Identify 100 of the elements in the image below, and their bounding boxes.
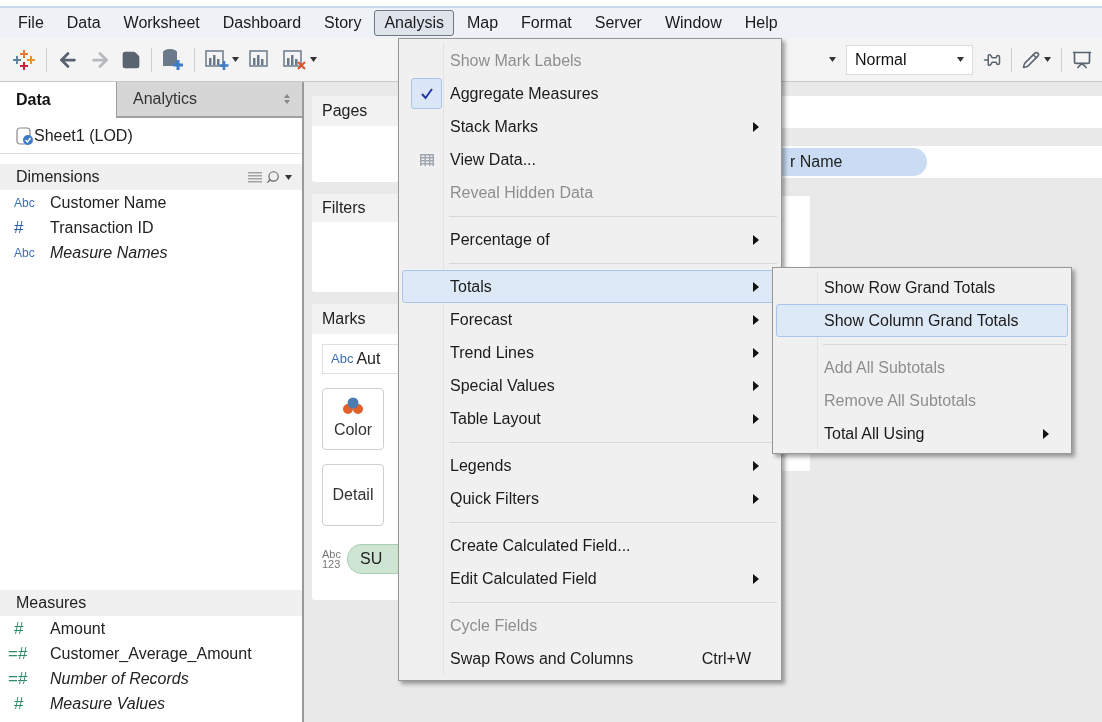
menu-item-label: Special Values — [450, 375, 555, 396]
menu-item-label: Trend Lines — [450, 342, 534, 363]
field-name[interactable]: Measure Names — [50, 240, 168, 265]
menu-bar-item[interactable]: Story — [314, 10, 372, 36]
menu-item[interactable]: Forecast — [402, 303, 778, 336]
panel-tab[interactable]: Data — [0, 82, 116, 118]
menu-item[interactable]: Create Calculated Field... — [402, 529, 778, 562]
field-type-icon: # — [14, 690, 50, 717]
menu-item[interactable]: Stack Marks — [402, 110, 778, 143]
submenu-arrow-icon — [753, 460, 759, 471]
submenu-arrow-icon — [753, 314, 759, 325]
menu-item-label: Reveal Hidden Data — [450, 182, 594, 203]
shortcut-text: Ctrl+W — [701, 648, 751, 669]
menu-item[interactable]: Quick Filters — [402, 482, 778, 515]
menu-item-label: Cycle Fields — [450, 615, 538, 636]
menu-item[interactable]: Total All Using — [776, 417, 1068, 450]
caret-icon — [829, 57, 836, 62]
view-size-dropdown[interactable]: Normal — [846, 44, 973, 75]
menu-item-label: Stack Marks — [450, 116, 538, 137]
menu-item-label: Totals — [450, 276, 492, 297]
datasource-icon — [16, 125, 34, 146]
menu-bar-item[interactable]: Data — [56, 10, 111, 36]
menu-item[interactable]: Aggregate Measures — [402, 77, 778, 110]
menu-item-label: Create Calculated Field... — [450, 535, 631, 556]
presentation-icon[interactable] — [1072, 49, 1092, 70]
database-add-icon[interactable] — [162, 47, 184, 72]
submenu-arrow-icon — [753, 493, 759, 504]
menu-item-label: Legends — [450, 455, 512, 476]
submenu-arrow-icon — [753, 413, 759, 424]
menu-item[interactable]: Percentage of — [402, 223, 778, 256]
field-name[interactable]: Transaction ID — [50, 215, 154, 240]
menu-item[interactable]: Show Column Grand Totals — [776, 304, 1068, 337]
menu-item-label: Show Column Grand Totals — [824, 310, 1019, 331]
mark-property-button[interactable]: Detail — [322, 464, 384, 526]
sort-arrows-icon — [284, 94, 290, 104]
submenu-arrow-icon — [753, 347, 759, 358]
field-name[interactable]: Amount — [50, 616, 106, 641]
submenu-arrow-icon — [753, 121, 759, 132]
menu-item-label: Quick Filters — [450, 488, 539, 509]
field-name[interactable]: Measure Values — [50, 691, 166, 716]
menu-item-label: Percentage of — [450, 229, 550, 250]
menu-item[interactable]: Special Values — [402, 369, 778, 402]
menu-item[interactable]: Edit Calculated Field — [402, 562, 778, 595]
new-sheet-icon[interactable] — [205, 48, 229, 71]
section-header: Dimensions — [16, 167, 100, 187]
clear-sheet-icon[interactable] — [283, 48, 307, 71]
menu-item[interactable]: Trend Lines — [402, 336, 778, 369]
submenu-arrow-icon — [1043, 428, 1049, 439]
menu-bar-item[interactable]: Window — [654, 10, 732, 36]
caret-icon — [232, 57, 239, 62]
datasource-name[interactable]: Sheet1 (LOD) — [34, 123, 133, 148]
field-type-icon: =# — [8, 640, 50, 667]
caret-icon — [310, 57, 317, 62]
pen-icon[interactable] — [1022, 50, 1040, 69]
field-type-icon: # — [14, 214, 50, 241]
menu-item[interactable]: Legends — [402, 449, 778, 482]
menu-item-label: Total All Using — [824, 423, 925, 444]
menu-bar-item[interactable]: Worksheet — [113, 10, 210, 36]
caret-icon — [285, 174, 292, 180]
menu-item[interactable]: Table Layout — [402, 402, 778, 435]
field-pill[interactable]: SU — [346, 544, 400, 574]
menu-item-label: Add All Subtotals — [824, 357, 945, 378]
mark-property-button[interactable]: Color — [322, 388, 384, 450]
field-name[interactable]: Customer_Average_Amount — [50, 641, 252, 666]
menu-item-label: View Data... — [450, 149, 536, 170]
caret-icon — [1044, 57, 1051, 62]
menu-item-label: Forecast — [450, 309, 513, 330]
menu-item-label: Show Mark Labels — [450, 50, 582, 71]
field-type-icon: # — [14, 615, 50, 642]
table-icon — [419, 153, 434, 166]
menu-bar-item[interactable]: Analysis — [374, 10, 454, 36]
menu-bar-item[interactable]: Dashboard — [212, 10, 312, 36]
submenu-arrow-icon — [753, 573, 759, 584]
card-title: Pages — [322, 101, 368, 121]
submenu-arrow-icon — [753, 234, 759, 245]
field-type-icon: =# — [8, 665, 50, 692]
menu-bar-item[interactable]: Format — [511, 10, 582, 36]
card-title: Marks — [322, 309, 366, 329]
list-view-icon[interactable] — [248, 171, 262, 183]
save-icon[interactable] — [121, 49, 141, 70]
menu-item-label: Swap Rows and Columns — [450, 648, 634, 669]
logo-icon[interactable] — [12, 47, 36, 72]
color-circles-icon — [342, 396, 364, 416]
section-header: Measures — [16, 593, 87, 613]
field-name[interactable]: Customer Name — [50, 190, 167, 215]
menu-item-label: Remove All Subtotals — [824, 390, 977, 411]
submenu-arrow-icon — [753, 281, 759, 292]
menu-item[interactable]: Show Row Grand Totals — [776, 271, 1068, 304]
card-title: Filters — [322, 198, 366, 218]
menu-item[interactable]: Swap Rows and Columns Ctrl+W — [402, 642, 778, 675]
panel-tab[interactable]: Analytics — [116, 82, 302, 118]
caret-icon — [957, 57, 964, 62]
submenu-arrow-icon — [753, 380, 759, 391]
field-name[interactable]: Number of Records — [50, 666, 189, 691]
menu-bar-item[interactable]: Server — [584, 10, 652, 36]
menu-item-label: Show Row Grand Totals — [824, 277, 996, 298]
search-icon[interactable] — [266, 170, 280, 184]
menu-bar-item[interactable]: File — [8, 10, 54, 36]
menu-bar-item[interactable]: Map — [456, 10, 509, 36]
menu-bar-item[interactable]: Help — [734, 10, 788, 36]
